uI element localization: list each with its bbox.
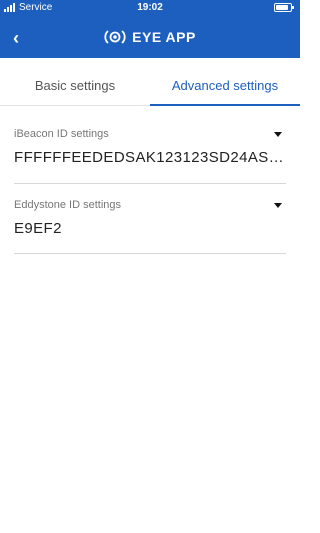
app-title: EYE APP xyxy=(132,29,196,45)
active-tab-indicator xyxy=(150,104,300,106)
ibeacon-id-value: FFFFFFEEDEDSAK123123SD24ASDASD xyxy=(14,149,286,166)
app-header: Service 19:02 ‹ EYE APP xyxy=(0,0,300,58)
dropdown-arrow-icon[interactable] xyxy=(274,203,282,208)
battery-icon xyxy=(274,3,294,12)
tab-basic-settings[interactable]: Basic settings xyxy=(0,64,150,106)
eddystone-id-label: Eddystone ID settings xyxy=(14,199,122,211)
settings-tabs: Basic settings Advanced settings xyxy=(0,64,300,106)
dropdown-arrow-icon[interactable] xyxy=(274,132,282,137)
ibeacon-id-label: iBeacon ID settings xyxy=(14,128,109,140)
tab-advanced-settings[interactable]: Advanced settings xyxy=(150,64,300,106)
battery-level xyxy=(276,5,288,10)
eddystone-id-field[interactable]: Eddystone ID settings E9EF2 xyxy=(14,191,286,254)
ibeacon-id-field[interactable]: iBeacon ID settings FFFFFFEEDEDSAK123123… xyxy=(14,120,286,184)
status-time: 19:02 xyxy=(137,2,163,13)
status-bar: Service 19:02 xyxy=(0,0,300,16)
eye-logo-icon xyxy=(104,30,126,44)
app-brand: EYE APP xyxy=(0,29,300,45)
eddystone-id-value: E9EF2 xyxy=(14,220,62,237)
